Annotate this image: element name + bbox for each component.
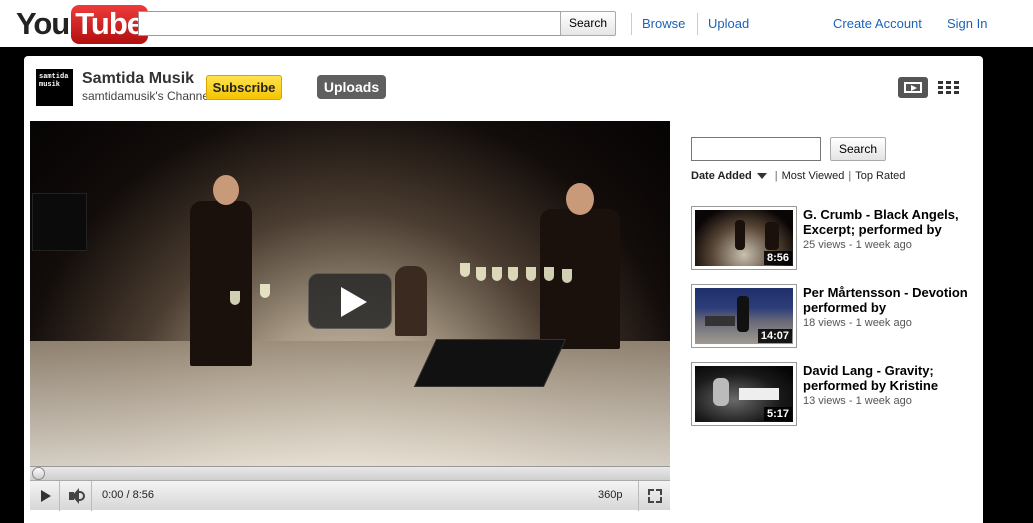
sort-top-rated[interactable]: Top Rated xyxy=(855,170,905,182)
upload-link[interactable]: Upload xyxy=(708,16,749,31)
progress-scrubber[interactable] xyxy=(32,467,45,480)
video-duration: 5:17 xyxy=(763,407,792,421)
sign-in-link[interactable]: Sign In xyxy=(947,16,987,31)
video-meta: 25 views - 1 week ago xyxy=(803,239,912,251)
glass xyxy=(562,269,572,283)
video-list-item[interactable]: 5:17 David Lang - Gravity; performed by … xyxy=(691,362,971,428)
video-title[interactable]: David Lang - Gravity; performed by Krist… xyxy=(803,363,973,393)
glass xyxy=(544,267,554,281)
video-title[interactable]: G. Crumb - Black Angels, Excerpt; perfor… xyxy=(803,207,973,237)
video-list-item[interactable]: 8:56 G. Crumb - Black Angels, Excerpt; p… xyxy=(691,206,971,272)
video-thumbnail[interactable]: 14:07 xyxy=(691,284,797,348)
video-player[interactable]: 0:00 / 8:56 360p xyxy=(30,121,670,511)
video-list-item[interactable]: 14:07 Per Mårtensson - Devotion performe… xyxy=(691,284,971,350)
video-title[interactable]: Per Mårtensson - Devotion performed by xyxy=(803,285,973,315)
channel-avatar[interactable]: samtida musik xyxy=(36,69,73,106)
video-frame[interactable] xyxy=(30,121,670,466)
sort-options: Date Added | Most Viewed | Top Rated xyxy=(691,170,906,182)
glass xyxy=(492,267,502,281)
create-account-link[interactable]: Create Account xyxy=(833,16,922,31)
stage-speaker xyxy=(32,193,87,251)
youtube-logo[interactable]: You Tube xyxy=(16,4,148,44)
video-meta: 13 views - 1 week ago xyxy=(803,395,912,407)
glass xyxy=(508,267,518,281)
subscribe-button[interactable]: Subscribe xyxy=(206,75,282,100)
big-play-button[interactable] xyxy=(308,273,392,329)
glass xyxy=(460,263,470,277)
glass xyxy=(230,291,240,305)
glass xyxy=(526,267,536,281)
glass xyxy=(260,284,270,298)
channel-search-button[interactable]: Search xyxy=(830,137,886,161)
video-duration: 14:07 xyxy=(757,329,792,343)
glass xyxy=(476,267,486,281)
channel-name[interactable]: Samtida Musik xyxy=(82,70,194,88)
quality-selector[interactable]: 360p xyxy=(598,489,622,501)
search-button[interactable]: Search xyxy=(560,11,616,36)
video-meta: 18 views - 1 week ago xyxy=(803,317,912,329)
logo-tube-text: Tube xyxy=(71,4,148,44)
fullscreen-icon[interactable] xyxy=(638,481,670,511)
mixing-console xyxy=(413,339,567,387)
channel-panel: samtida musik Samtida Musik samtidamusik… xyxy=(24,56,983,523)
nav-divider xyxy=(697,13,698,35)
browse-link[interactable]: Browse xyxy=(642,16,685,31)
logo-you-text: You xyxy=(16,6,70,41)
channel-search-input[interactable] xyxy=(691,137,821,161)
channel-subtitle: samtidamusik's Channel xyxy=(82,89,212,103)
video-thumbnail[interactable]: 8:56 xyxy=(691,206,797,270)
video-duration: 8:56 xyxy=(763,251,792,265)
grid-view-icon[interactable] xyxy=(938,80,960,96)
uploads-tab[interactable]: Uploads xyxy=(317,75,386,99)
player-view-icon[interactable] xyxy=(898,77,928,98)
time-display: 0:00 / 8:56 xyxy=(102,489,154,501)
progress-bar[interactable] xyxy=(30,466,670,480)
play-icon[interactable] xyxy=(30,481,60,511)
performer-head xyxy=(566,183,594,215)
conductor-head xyxy=(213,175,239,205)
sort-date-added[interactable]: Date Added xyxy=(691,170,752,182)
sort-most-viewed[interactable]: Most Viewed xyxy=(782,170,845,182)
conductor-figure xyxy=(190,201,252,366)
video-thumbnail[interactable]: 5:17 xyxy=(691,362,797,426)
player-controls: 0:00 / 8:56 360p xyxy=(30,480,670,511)
cellist-figure xyxy=(395,266,427,336)
masthead: You Tube Search Browse Upload Create Acco… xyxy=(0,0,1033,47)
search-input[interactable] xyxy=(138,11,561,36)
dropdown-arrow-icon[interactable] xyxy=(756,173,767,179)
stage-floor xyxy=(30,341,670,466)
volume-icon[interactable] xyxy=(60,481,92,511)
nav-divider xyxy=(631,13,632,35)
